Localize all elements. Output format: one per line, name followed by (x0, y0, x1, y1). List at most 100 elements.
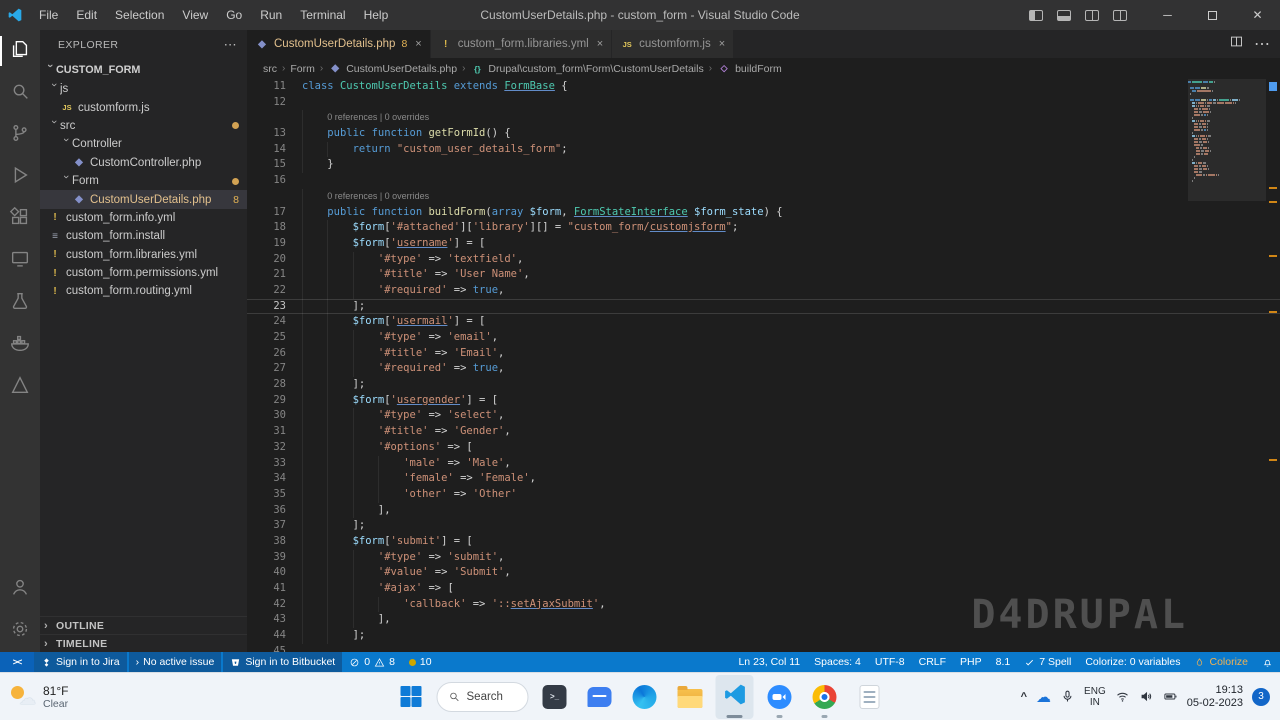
code-editor[interactable]: 11 class CustomUserDetails extends FormBa… (247, 79, 1280, 652)
menu-go[interactable]: Go (217, 0, 251, 30)
onedrive-icon[interactable]: ☁ (1036, 688, 1051, 706)
tree-item-customuserdetails-php[interactable]: ◆ CustomUserDetails.php 8 (40, 190, 247, 209)
code-line[interactable]: 40 '#value' => 'Submit', (247, 565, 1280, 581)
panel-timeline[interactable]: › TIMELINE (40, 634, 247, 652)
taskbar-app-edge[interactable] (626, 675, 664, 719)
scrollbar[interactable] (1266, 79, 1280, 652)
code-line[interactable]: 12 (247, 95, 1280, 111)
taskbar-app-start[interactable] (392, 675, 430, 719)
code-line[interactable]: 28]; (247, 377, 1280, 393)
status-colorize[interactable]: Colorize (1187, 652, 1255, 672)
code-line[interactable]: 16 (247, 173, 1280, 189)
activity-run-debug[interactable] (0, 156, 40, 198)
tree-item-js[interactable]: › js (40, 80, 247, 98)
code-line[interactable]: 27 '#required' => true, (247, 361, 1280, 378)
code-line[interactable]: 11 class CustomUserDetails extends FormBa… (247, 79, 1280, 95)
code-line[interactable]: 26 '#title' => 'Email', (247, 345, 1280, 362)
menu-run[interactable]: Run (251, 0, 291, 30)
code-line[interactable]: 21 '#title' => 'User Name', (247, 267, 1280, 283)
clock[interactable]: 19:13 05-02-2023 (1187, 684, 1243, 710)
codelens-annotation[interactable]: 0 references | 0 overrides (247, 188, 1280, 205)
menu-terminal[interactable]: Terminal (291, 0, 354, 30)
code-line[interactable]: 32 '#options' => [ (247, 439, 1280, 456)
menu-help[interactable]: Help (355, 0, 398, 30)
taskbar-app-chat[interactable] (581, 675, 619, 719)
code-line[interactable]: 36], (247, 502, 1280, 519)
tree-item-custom-form-routing-yml[interactable]: ! custom_form.routing.yml (40, 282, 247, 300)
menu-edit[interactable]: Edit (67, 0, 106, 30)
tab-customform-js[interactable]: JS customform.js × (612, 30, 735, 58)
code-line[interactable]: 34'female' => 'Female', (247, 471, 1280, 487)
activity-docker[interactable] (0, 324, 40, 366)
toggle-secondary-sidebar-icon[interactable] (1085, 9, 1099, 21)
status-eol[interactable]: CRLF (912, 652, 953, 672)
taskbar-app-chrome[interactable] (806, 675, 844, 719)
tree-item-custom-form-libraries-yml[interactable]: ! custom_form.libraries.yml (40, 246, 247, 264)
code-line[interactable]: 39 '#type' => 'submit', (247, 549, 1280, 566)
menu-file[interactable]: File (30, 0, 67, 30)
code-line[interactable]: 15} (247, 157, 1280, 174)
activity-explorer[interactable] (0, 30, 40, 72)
wifi-icon[interactable] (1115, 689, 1130, 704)
tree-item-custom-form-info-yml[interactable]: ! custom_form.info.yml (40, 209, 247, 227)
status-encoding[interactable]: UTF-8 (868, 652, 912, 672)
breadcrumb-item-customuserdetails-php[interactable]: ◆ CustomUserDetails.php (328, 63, 457, 75)
code-line[interactable]: 17 public function buildForm(array $form,… (247, 204, 1280, 221)
code-line[interactable]: 43], (247, 612, 1280, 629)
customize-layout-icon[interactable] (1113, 9, 1127, 21)
status-spell-count[interactable]: 10 (402, 652, 439, 672)
tree-item-customform-js[interactable]: JS customform.js (40, 98, 247, 116)
volume-icon[interactable] (1139, 689, 1154, 704)
code-line[interactable]: 37]; (247, 518, 1280, 534)
tree-item-customcontroller-php[interactable]: ◆ CustomController.php (40, 154, 247, 172)
battery-icon[interactable] (1163, 689, 1178, 704)
remote-indicator[interactable]: >< (0, 652, 34, 672)
status-colorize-variables[interactable]: Colorize: 0 variables (1078, 652, 1187, 672)
notification-badge[interactable]: 3 (1252, 687, 1270, 706)
code-line[interactable]: 13 public function getFormId() { (247, 126, 1280, 142)
status-language-mode[interactable]: PHP (953, 652, 989, 672)
code-line[interactable]: 20 '#type' => 'textfield', (247, 251, 1280, 268)
microphone-icon[interactable] (1060, 689, 1075, 704)
activity-accounts[interactable] (0, 568, 40, 610)
activity-testing[interactable] (0, 282, 40, 324)
taskbar-app-file-explorer[interactable] (671, 675, 709, 719)
code-line[interactable]: 25 '#type' => 'email', (247, 330, 1280, 346)
breadcrumb-item-form[interactable]: Form (290, 63, 315, 75)
minimap[interactable] (1188, 81, 1266, 186)
status-cursor-position[interactable]: Ln 23, Col 11 (731, 652, 807, 672)
code-line[interactable]: 35'other' => 'Other' (247, 486, 1280, 503)
close-icon[interactable]: × (597, 38, 603, 50)
taskbar-app-vscode[interactable] (715, 674, 754, 719)
tree-item-custom-form-install[interactable]: ≡ custom_form.install (40, 227, 247, 245)
split-editor-icon[interactable] (1229, 34, 1244, 54)
code-line[interactable]: 14 return "custom_user_details_form"; (247, 141, 1280, 158)
code-line[interactable]: 29 $form['usergender'] = [ (247, 392, 1280, 409)
taskbar-search[interactable]: Search (436, 681, 529, 712)
language-indicator[interactable]: ENG IN (1084, 686, 1106, 708)
status-problems[interactable]: 08 (342, 652, 402, 672)
taskbar-app-terminal[interactable]: >_ (536, 675, 574, 719)
tree-root-custom-form[interactable]: › CUSTOM_FORM (40, 60, 247, 80)
close-button[interactable]: ✕ (1235, 0, 1280, 30)
weather-widget[interactable]: ☁ 81°F Clear (0, 684, 210, 710)
code-line[interactable]: 22 '#required' => true, (247, 282, 1280, 299)
activity-azure[interactable] (0, 366, 40, 408)
code-line[interactable]: 23]; (247, 298, 1280, 315)
tab-customuserdetails-php[interactable]: ◆ CustomUserDetails.php 8 × (247, 30, 431, 58)
toggle-panel-icon[interactable] (1057, 9, 1071, 21)
tree-item-form[interactable]: › Form (40, 172, 247, 190)
breadcrumb-item-src[interactable]: src (263, 63, 277, 75)
code-line[interactable]: 42'callback' => '::setAjaxSubmit', (247, 596, 1280, 613)
explorer-more-icon[interactable]: ⋯ (224, 37, 237, 53)
codelens-annotation[interactable]: 0 references | 0 overrides (247, 110, 1280, 127)
maximize-button[interactable] (1190, 0, 1235, 30)
panel-outline[interactable]: › OUTLINE (40, 616, 247, 634)
breadcrumb-item-buildform[interactable]: ◇ buildForm (717, 63, 782, 75)
menu-view[interactable]: View (173, 0, 217, 30)
code-line[interactable]: 18 $form['#attached']['library'][] = "cus… (247, 220, 1280, 236)
taskbar-app-notes[interactable] (851, 675, 889, 719)
code-line[interactable]: 38 $form['submit'] = [ (247, 533, 1280, 550)
close-icon[interactable]: × (719, 38, 725, 50)
code-line[interactable]: 41 '#ajax' => [ (247, 581, 1280, 597)
